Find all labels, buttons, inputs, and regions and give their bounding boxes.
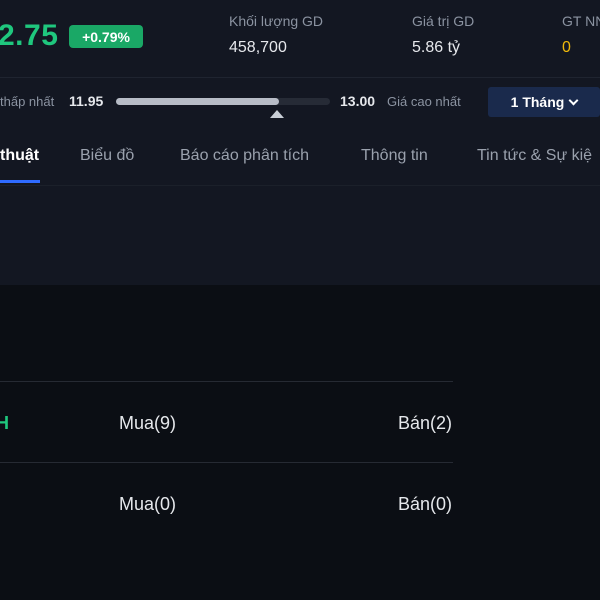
- signal-sell-count: Bán(2): [398, 413, 453, 433]
- tab-analysis-reports[interactable]: Báo cáo phân tích: [180, 147, 309, 165]
- foreign-value-value: 0: [562, 39, 571, 56]
- chevron-down-icon: [568, 95, 579, 106]
- range-high-value: 13.00: [340, 93, 376, 109]
- trade-value-label: Giá trị GD: [412, 13, 475, 29]
- trade-value-value: 5.86 tỷ: [412, 39, 461, 56]
- tabs-divider: [0, 185, 600, 186]
- range-high-label: Giá cao nhất: [387, 94, 461, 109]
- period-dropdown[interactable]: 1 Tháng: [488, 87, 600, 117]
- price-range-bar: [116, 98, 330, 105]
- row-divider: [0, 381, 453, 382]
- header-divider: [0, 77, 600, 78]
- signal-buy-count: Mua(9): [119, 413, 177, 433]
- volume-value: 458,700: [229, 39, 287, 56]
- range-low-value: 11.95: [69, 93, 104, 109]
- active-tab-indicator: [0, 180, 40, 183]
- signal-sell-count: Bán(0): [398, 494, 453, 514]
- signal-buy-count: Mua(0): [119, 494, 177, 514]
- range-low-label: thấp nhất: [0, 94, 55, 109]
- volume-label: Khối lượng GD: [229, 13, 324, 29]
- row-divider: [0, 462, 453, 463]
- signal-row-label: H: [0, 413, 9, 433]
- stock-detail-view: 2.75 +0.79% Khối lượng GD 458,700 Giá tr…: [0, 0, 600, 600]
- tab-news-events[interactable]: Tin tức & Sự kiệ: [477, 147, 592, 165]
- price-range-fill: [116, 98, 279, 105]
- current-price: 2.75: [0, 19, 59, 52]
- period-dropdown-label: 1 Tháng: [510, 94, 565, 110]
- tab-chart[interactable]: Biểu đồ: [80, 147, 134, 165]
- change-percent-badge: +0.79%: [69, 25, 143, 48]
- foreign-value-label: GT NN: [562, 13, 600, 29]
- tab-info[interactable]: Thông tin: [361, 147, 428, 165]
- current-price-marker-icon: [270, 110, 284, 118]
- tab-technical[interactable]: thuật: [0, 147, 39, 165]
